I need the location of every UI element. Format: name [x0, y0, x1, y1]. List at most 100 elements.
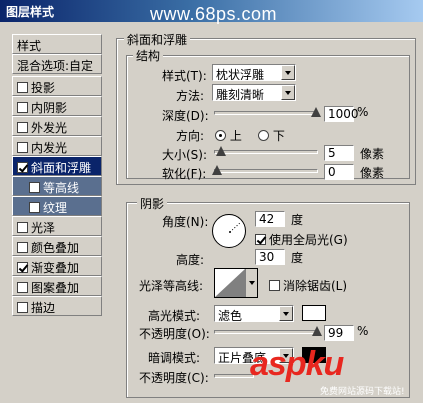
slider-thumb[interactable]	[312, 326, 322, 336]
checkbox[interactable]	[17, 142, 28, 153]
chevron-down-icon[interactable]	[281, 85, 295, 100]
slider-thumb[interactable]	[216, 146, 226, 156]
checkbox[interactable]	[17, 282, 28, 293]
depth-label: 深度(D):	[162, 109, 209, 123]
highlight-mode-select[interactable]: 滤色	[214, 305, 294, 322]
style-item-bevel-emboss[interactable]: 斜面和浮雕	[12, 156, 102, 176]
shadow-mode-label: 暗调模式:	[148, 351, 201, 365]
soften-unit: 像素	[360, 166, 385, 180]
bevel-emboss-title: 斜面和浮雕	[124, 31, 191, 48]
style-item-label: 外发光	[31, 121, 68, 135]
chevron-down-icon[interactable]	[279, 306, 293, 321]
direction-up-option[interactable]: 上	[215, 127, 242, 144]
style-select-value: 枕状浮雕	[216, 68, 265, 81]
checkbox-checked[interactable]	[255, 234, 266, 245]
style-item-stroke[interactable]: 描边	[12, 296, 102, 316]
aspku-logo: aspku	[250, 345, 344, 384]
style-select[interactable]: 枕状浮雕	[212, 64, 296, 81]
style-item-label: 光泽	[31, 221, 56, 235]
blending-options[interactable]: 混合选项:自定	[12, 54, 102, 74]
checkbox[interactable]	[17, 102, 28, 113]
style-item-drop-shadow[interactable]: 投影	[12, 76, 102, 96]
size-input[interactable]: 5	[324, 145, 354, 161]
style-item-inner-glow[interactable]: 内发光	[12, 136, 102, 156]
style-item-label: 内发光	[31, 141, 68, 155]
checkbox[interactable]	[17, 222, 28, 233]
style-item-inner-shadow[interactable]: 内阴影	[12, 96, 102, 116]
checkbox[interactable]	[29, 182, 40, 193]
gloss-contour-label: 光泽等高线:	[139, 279, 204, 293]
global-light-label: 使用全局光(G)	[269, 233, 348, 247]
chevron-down-icon[interactable]	[245, 269, 257, 297]
slider-thumb[interactable]	[311, 107, 321, 117]
highlight-mode-label: 高光模式:	[148, 309, 201, 323]
depth-unit: %	[357, 105, 369, 119]
angle-label: 角度(N):	[162, 215, 209, 229]
direction-down-label: 下	[272, 129, 285, 143]
altitude-unit: 度	[291, 251, 304, 265]
logo-subtitle: 免费网站源码下载站!	[320, 387, 405, 397]
anti-alias-label: 消除锯齿(L)	[283, 279, 348, 293]
structure-title: 结构	[133, 47, 164, 64]
checkbox[interactable]	[29, 202, 40, 213]
style-item-contour[interactable]: 等高线	[12, 176, 102, 196]
altitude-input[interactable]: 30	[255, 249, 285, 265]
highlight-opacity-slider[interactable]	[214, 326, 322, 338]
style-item-label: 斜面和浮雕	[31, 161, 92, 175]
style-item-outer-glow[interactable]: 外发光	[12, 116, 102, 136]
gloss-contour-preview[interactable]	[214, 268, 258, 298]
slider-track	[214, 330, 318, 334]
checkbox[interactable]	[17, 122, 28, 133]
style-item-texture[interactable]: 纹理	[12, 196, 102, 216]
direction-up-label: 上	[229, 129, 242, 143]
style-item-label: 渐变叠加	[31, 261, 80, 275]
radio-selected[interactable]	[215, 130, 226, 141]
size-unit: 像素	[360, 147, 385, 161]
angle-unit: 度	[291, 213, 304, 227]
style-item-pattern-overlay[interactable]: 图案叠加	[12, 276, 102, 296]
depth-input[interactable]: 1000	[324, 106, 359, 122]
shadow-opacity-label: 不透明度(C):	[139, 371, 209, 385]
technique-select-value: 雕刻清晰	[216, 88, 265, 101]
checkbox[interactable]	[269, 280, 280, 291]
soften-input[interactable]: 0	[324, 164, 354, 180]
angle-dial[interactable]	[212, 214, 246, 248]
soften-slider[interactable]	[212, 165, 318, 177]
anti-alias-option[interactable]: 消除锯齿(L)	[269, 277, 347, 294]
styles-list: 样式 混合选项:自定 投影 内阴影 外发光 内发光 斜面和浮雕 等高线 纹理 光…	[12, 32, 102, 399]
slider-track	[214, 374, 254, 378]
style-item-label: 描边	[31, 301, 56, 315]
slider-track	[214, 111, 318, 115]
radio[interactable]	[258, 130, 269, 141]
highlight-opacity-input[interactable]: 99	[324, 325, 354, 341]
style-item-label: 颜色叠加	[31, 241, 80, 255]
checkbox-checked[interactable]	[17, 162, 28, 173]
checkbox[interactable]	[17, 82, 28, 93]
angle-input[interactable]: 42	[255, 211, 285, 227]
highlight-opacity-label: 不透明度(O):	[139, 327, 210, 341]
style-item-satin[interactable]: 光泽	[12, 216, 102, 236]
style-item-color-overlay[interactable]: 颜色叠加	[12, 236, 102, 256]
direction-label: 方向:	[176, 129, 205, 143]
style-item-label: 内阴影	[31, 101, 68, 115]
shadow-opacity-slider[interactable]	[214, 370, 254, 382]
global-light-option[interactable]: 使用全局光(G)	[255, 231, 348, 248]
size-label: 大小(S):	[162, 148, 208, 162]
checkbox[interactable]	[17, 242, 28, 253]
checkbox-checked[interactable]	[17, 262, 28, 273]
direction-down-option[interactable]: 下	[258, 127, 285, 144]
slider-track	[214, 169, 318, 173]
checkbox[interactable]	[17, 302, 28, 313]
highlight-opacity-unit: %	[357, 324, 369, 338]
depth-slider[interactable]	[214, 107, 321, 119]
style-label: 样式(T):	[162, 69, 207, 83]
highlight-color-swatch[interactable]	[302, 305, 326, 321]
size-slider[interactable]	[214, 146, 318, 158]
styles-header[interactable]: 样式	[12, 34, 102, 54]
chevron-down-icon[interactable]	[281, 65, 295, 80]
technique-select[interactable]: 雕刻清晰	[212, 84, 296, 101]
slider-track	[214, 150, 318, 154]
window-title: 图层样式	[6, 5, 55, 19]
slider-thumb[interactable]	[212, 165, 222, 175]
style-item-gradient-overlay[interactable]: 渐变叠加	[12, 256, 102, 276]
